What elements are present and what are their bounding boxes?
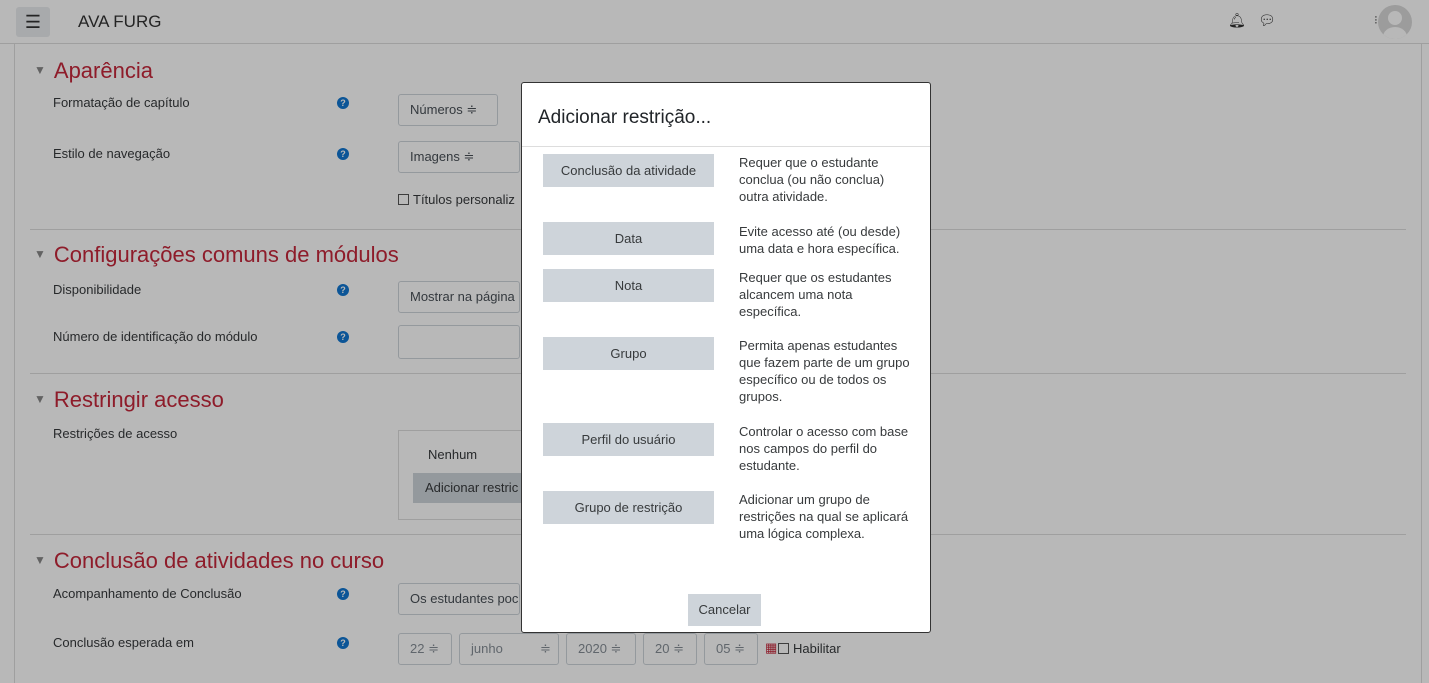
group-button[interactable]: Grupo (543, 337, 714, 370)
group-description: Permita apenas estudantes que fazem part… (739, 338, 910, 404)
cancel-button[interactable]: Cancelar (688, 594, 761, 626)
user-profile-button[interactable]: Perfil do usuário (543, 423, 714, 456)
grade-button[interactable]: Nota (543, 269, 714, 302)
date-description: Evite acesso até (ou desde) uma data e h… (739, 224, 901, 256)
restriction-set-description: Adicionar um grupo de restrições na qual… (739, 492, 909, 541)
user-profile-description: Controlar o acesso com base nos campos d… (739, 424, 909, 473)
activity-completion-description: Requer que o estudante conclua (ou não c… (739, 155, 885, 204)
date-button[interactable]: Data (543, 222, 714, 255)
dialog-title: Adicionar restrição... (538, 107, 712, 128)
add-restriction-dialog: Adicionar restrição... Conclusão da ativ… (521, 82, 931, 633)
grade-description: Requer que os estudantes alcancem uma no… (739, 270, 892, 319)
dialog-header-divider (522, 146, 930, 147)
activity-completion-button[interactable]: Conclusão da atividade (543, 154, 714, 187)
restriction-set-button[interactable]: Grupo de restrição (543, 491, 714, 524)
